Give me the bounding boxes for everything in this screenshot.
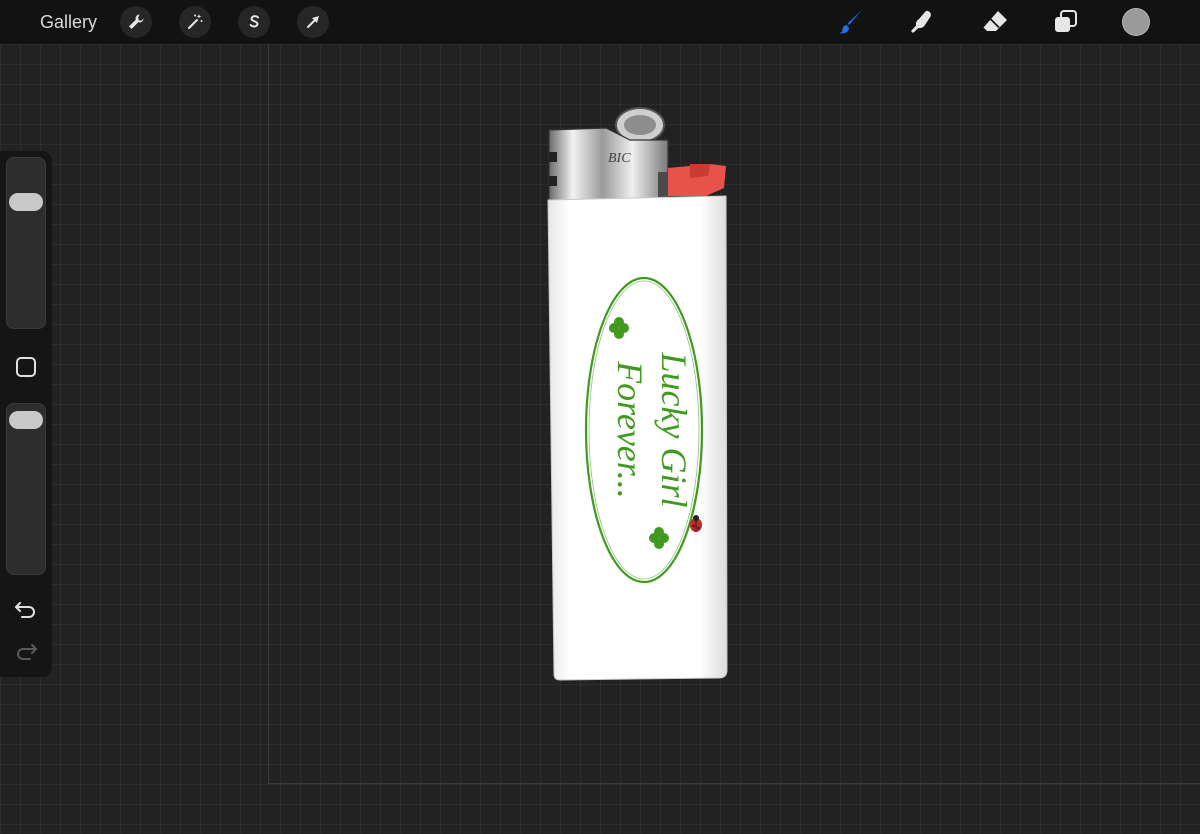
- arrow-cursor-icon: [307, 16, 319, 28]
- magic-wand-icon: [188, 14, 203, 29]
- actions-button[interactable]: [120, 6, 152, 38]
- procreate-app: Gallery BIC Lucky Girl Forever...: [0, 0, 1200, 834]
- square-modify-icon: [16, 357, 36, 377]
- modify-button[interactable]: [14, 355, 38, 379]
- canvas-artwork[interactable]: BIC Lucky Girl Forever...: [540, 100, 740, 690]
- selection-s-icon: [249, 15, 259, 28]
- smudge-finger-icon: [911, 10, 931, 33]
- opacity-slider[interactable]: [6, 403, 46, 575]
- top-toolbar: Gallery: [0, 0, 1200, 45]
- adjustments-button[interactable]: [179, 6, 211, 38]
- lighter-image: BIC Lucky Girl Forever...: [547, 107, 728, 681]
- brush-icon: [839, 10, 862, 34]
- layers-button[interactable]: [1051, 7, 1081, 37]
- color-picker-button[interactable]: [1122, 8, 1150, 36]
- print-line-2: Forever...: [610, 360, 650, 499]
- print-line-1: Lucky Girl: [654, 352, 694, 508]
- redo-icon: [17, 644, 37, 660]
- brush-size-slider[interactable]: [6, 157, 46, 329]
- eraser-icon: [983, 11, 1007, 31]
- smudge-tool-button[interactable]: [907, 7, 937, 37]
- opacity-thumb[interactable]: [9, 411, 43, 429]
- selection-button[interactable]: [238, 6, 270, 38]
- brush-size-thumb[interactable]: [9, 193, 43, 211]
- undo-button[interactable]: [12, 597, 40, 621]
- wrench-icon: [129, 14, 144, 29]
- redo-button[interactable]: [12, 639, 40, 663]
- gallery-button[interactable]: Gallery: [40, 11, 97, 33]
- undo-icon: [15, 602, 35, 618]
- left-sidebar: [0, 151, 52, 677]
- eraser-tool-button[interactable]: [980, 7, 1010, 37]
- lighter-cap-brand: BIC: [608, 151, 631, 166]
- brush-tool-button[interactable]: [836, 7, 866, 37]
- layers-icon: [1055, 10, 1077, 32]
- transform-button[interactable]: [297, 6, 329, 38]
